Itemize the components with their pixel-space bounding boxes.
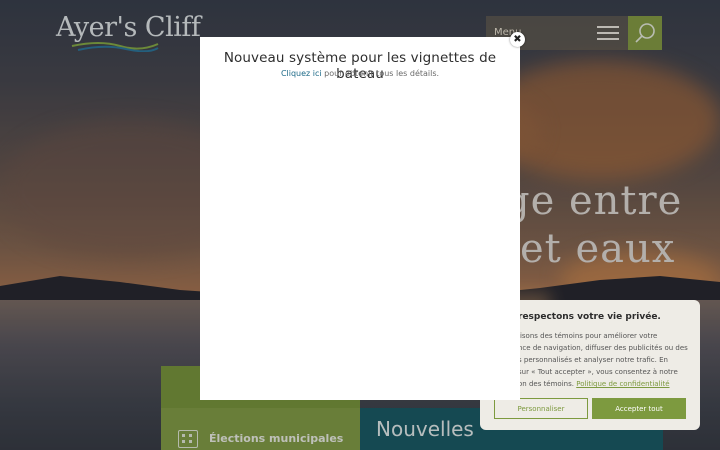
- cookie-text-line: lisons des témoins pour améliorer votre: [518, 332, 658, 340]
- cookie-text-line: on des témoins. Politique de confidentia…: [518, 378, 693, 390]
- close-icon: ✖: [513, 33, 522, 45]
- close-modal-button[interactable]: ✖: [510, 32, 525, 47]
- cookie-text-line: s personnalisés et analyser notre trafic…: [518, 356, 668, 364]
- cookie-text-line: nce de navigation, diffuser des publicit…: [518, 344, 688, 352]
- modal-subtitle-text: pour obtenir tous les détails.: [321, 69, 440, 78]
- announcement-modal: Nouveau système pour les vignettes de ba…: [200, 37, 520, 400]
- details-link[interactable]: Cliquez ici: [281, 69, 322, 78]
- privacy-policy-link[interactable]: Politique de confidentialité: [576, 380, 669, 388]
- cookie-title: respectons votre vie privée.: [518, 312, 661, 322]
- cookie-text-line-end: on des témoins.: [518, 380, 574, 388]
- customize-button[interactable]: Personnaliser: [494, 398, 588, 419]
- cookie-text-line: sur « Tout accepter », vous consentez à …: [518, 368, 678, 376]
- cookie-text: lisons des témoins pour améliorer votre …: [518, 330, 693, 390]
- accept-all-button[interactable]: Accepter tout: [592, 398, 686, 419]
- modal-subtitle: Cliquez ici pour obtenir tous les détail…: [200, 69, 520, 78]
